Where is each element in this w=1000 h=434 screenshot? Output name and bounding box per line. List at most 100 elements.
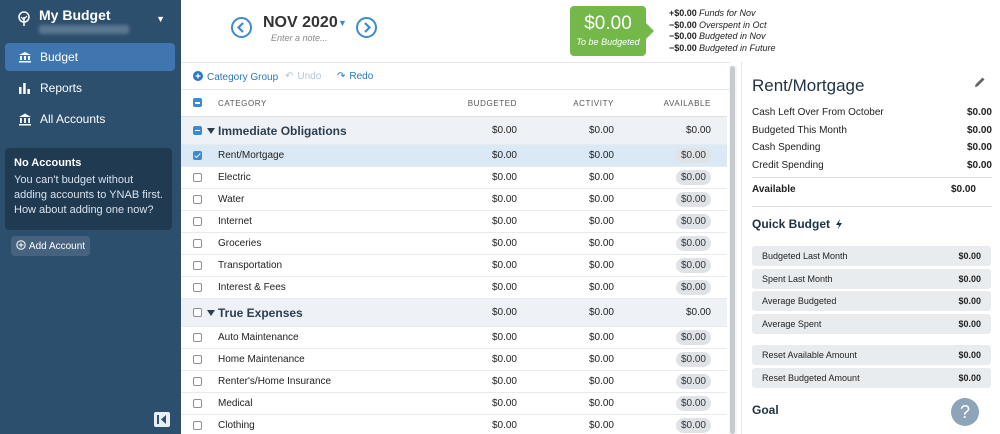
activity-cell[interactable]: $0.00	[589, 277, 614, 298]
category-name[interactable]: Interest & Fees	[218, 277, 286, 298]
row-checkbox[interactable]	[193, 238, 202, 248]
activity-cell[interactable]: $0.00	[589, 167, 614, 188]
budgeted-cell[interactable]: $0.00	[492, 393, 517, 414]
table-row[interactable]: Home Maintenance $0.00 $0.00 $0.00	[181, 349, 727, 371]
available-cell[interactable]: $0.00	[675, 233, 711, 254]
available-pill[interactable]: $0.00	[675, 258, 711, 273]
quick-budget-reset-budgeted[interactable]: Reset Budgeted Amount $0.00	[752, 368, 991, 388]
row-checkbox[interactable]	[193, 150, 202, 160]
activity-cell[interactable]: $0.00	[589, 233, 614, 254]
available-pill[interactable]: $0.00	[675, 330, 711, 345]
select-all-checkbox[interactable]	[193, 98, 202, 107]
available-cell[interactable]: $0.00	[675, 277, 711, 298]
row-checkbox[interactable]	[193, 125, 202, 135]
table-row[interactable]: Clothing $0.00 $0.00 $0.00	[181, 415, 727, 434]
row-checkbox[interactable]	[193, 194, 202, 204]
category-name[interactable]: Renter's/Home Insurance	[218, 371, 331, 392]
table-row[interactable]: Transportation $0.00 $0.00 $0.00	[181, 255, 727, 277]
add-category-group-button[interactable]: Category Group	[193, 71, 278, 84]
redo-button[interactable]: ↷ Redo	[337, 71, 373, 82]
activity-cell[interactable]: $0.00	[589, 189, 614, 210]
row-checkbox[interactable]	[193, 398, 202, 408]
add-account-button[interactable]: Add Account	[11, 236, 90, 256]
group-name[interactable]: Immediate Obligations	[218, 117, 347, 144]
row-checkbox[interactable]	[193, 172, 202, 182]
available-pill[interactable]: $0.00	[675, 352, 711, 367]
collapse-caret-icon[interactable]	[207, 309, 215, 316]
row-checkbox[interactable]	[193, 307, 202, 317]
col-budgeted-header[interactable]: BUDGETED	[468, 90, 517, 116]
quick-budget-spent-last-month[interactable]: Spent Last Month $0.00	[752, 269, 991, 289]
undo-button[interactable]: ↶ Undo	[285, 71, 321, 82]
available-pill[interactable]: $0.00	[675, 418, 711, 433]
row-checkbox[interactable]	[193, 332, 202, 342]
quick-budget-average-spent[interactable]: Average Spent $0.00	[752, 314, 991, 334]
row-checkbox[interactable]	[193, 282, 202, 292]
row-checkbox[interactable]	[193, 420, 202, 430]
activity-cell[interactable]: $0.00	[589, 255, 614, 276]
available-cell[interactable]: $0.00	[675, 393, 711, 414]
table-row[interactable]: Electric $0.00 $0.00 $0.00	[181, 167, 727, 189]
budgeted-cell[interactable]: $0.00	[492, 277, 517, 298]
category-name[interactable]: Clothing	[218, 415, 255, 434]
table-row[interactable]: Medical $0.00 $0.00 $0.00	[181, 393, 727, 415]
category-group-row[interactable]: True Expenses $0.00 $0.00 $0.00	[181, 299, 727, 327]
available-pill[interactable]: $0.00	[675, 280, 711, 295]
row-checkbox[interactable]	[193, 260, 202, 270]
pencil-icon[interactable]	[974, 76, 986, 88]
available-pill[interactable]: $0.00	[675, 214, 711, 229]
available-pill[interactable]: $0.00	[675, 396, 711, 411]
budgeted-cell[interactable]: $0.00	[492, 233, 517, 254]
budgeted-cell[interactable]: $0.00	[492, 327, 517, 348]
table-row[interactable]: Water $0.00 $0.00 $0.00	[181, 189, 727, 211]
activity-cell[interactable]: $0.00	[589, 393, 614, 414]
table-row[interactable]: Rent/Mortgage $0.00 $0.00 $0.00	[181, 145, 727, 167]
available-cell[interactable]: $0.00	[675, 371, 711, 392]
available-pill[interactable]: $0.00	[675, 374, 711, 389]
quick-budget-budgeted-last-month[interactable]: Budgeted Last Month $0.00	[752, 246, 991, 266]
row-checkbox[interactable]	[193, 216, 202, 226]
help-button[interactable]: ?	[951, 398, 979, 426]
collapse-caret-icon[interactable]	[207, 127, 215, 134]
col-available-header[interactable]: AVAILABLE	[664, 90, 711, 116]
category-name[interactable]: Rent/Mortgage	[218, 145, 284, 166]
category-name[interactable]: Home Maintenance	[218, 349, 305, 370]
col-category-header[interactable]: CATEGORY	[218, 90, 267, 116]
row-checkbox[interactable]	[193, 354, 202, 364]
col-activity-header[interactable]: ACTIVITY	[573, 90, 614, 116]
row-checkbox[interactable]	[193, 376, 202, 386]
chevron-down-icon[interactable]: ▼	[156, 14, 165, 24]
available-pill[interactable]: $0.00	[675, 148, 711, 163]
available-pill[interactable]: $0.00	[675, 170, 711, 185]
current-month[interactable]: NOV 2020	[263, 14, 338, 32]
category-group-row[interactable]: Immediate Obligations $0.00 $0.00 $0.00	[181, 117, 727, 145]
category-name[interactable]: Groceries	[218, 233, 261, 254]
available-cell[interactable]: $0.00	[675, 349, 711, 370]
table-row[interactable]: Groceries $0.00 $0.00 $0.00	[181, 233, 727, 255]
available-cell[interactable]: $0.00	[675, 189, 711, 210]
available-cell[interactable]: $0.00	[675, 415, 711, 434]
category-name[interactable]: Water	[218, 189, 244, 210]
activity-cell[interactable]: $0.00	[589, 327, 614, 348]
table-row[interactable]: Auto Maintenance $0.00 $0.00 $0.00	[181, 327, 727, 349]
sidebar-item-all-accounts[interactable]: All Accounts	[5, 105, 175, 133]
available-cell[interactable]: $0.00	[675, 145, 711, 166]
month-note-input[interactable]: Enter a note...	[271, 33, 328, 43]
next-month-button[interactable]	[356, 17, 377, 38]
available-cell[interactable]: $0.00	[675, 167, 711, 188]
table-row[interactable]: Interest & Fees $0.00 $0.00 $0.00	[181, 277, 727, 299]
prev-month-button[interactable]	[231, 17, 252, 38]
collapse-sidebar-button[interactable]	[154, 412, 170, 427]
category-name[interactable]: Internet	[218, 211, 252, 232]
category-name[interactable]: Transportation	[218, 255, 282, 276]
month-caret-icon[interactable]: ▼	[338, 18, 347, 28]
activity-cell[interactable]: $0.00	[589, 349, 614, 370]
activity-cell[interactable]: $0.00	[589, 145, 614, 166]
quick-budget-average-budgeted[interactable]: Average Budgeted $0.00	[752, 291, 991, 311]
available-cell[interactable]: $0.00	[675, 255, 711, 276]
activity-cell[interactable]: $0.00	[589, 211, 614, 232]
budgeted-cell[interactable]: $0.00	[492, 349, 517, 370]
quick-budget-reset-available[interactable]: Reset Available Amount $0.00	[752, 345, 991, 365]
table-row[interactable]: Internet $0.00 $0.00 $0.00	[181, 211, 727, 233]
scroll-thumb[interactable]	[730, 66, 735, 434]
